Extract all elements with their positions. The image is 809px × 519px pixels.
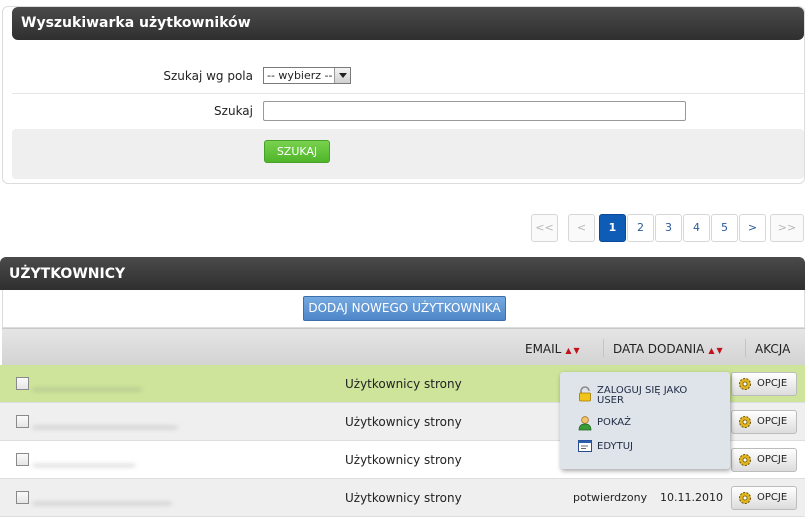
redacted-email: ________________________ bbox=[33, 414, 177, 428]
sort-arrows-icon[interactable]: ▲▼ bbox=[565, 346, 581, 355]
add-user-bar: DODAJ NOWEGO UŻYTKOWNIKA bbox=[2, 290, 805, 328]
options-label: OPCJE bbox=[757, 416, 788, 427]
options-button[interactable]: OPCJE bbox=[731, 372, 797, 396]
redacted-email: __________________ bbox=[33, 376, 141, 390]
column-divider bbox=[745, 339, 746, 357]
page-5-button[interactable]: 5 bbox=[711, 214, 738, 242]
menu-item-login-label: ZALOGUJ SIĘ JAKO USER bbox=[597, 385, 688, 406]
table-row: _______________________ Użytkownicy stro… bbox=[0, 479, 805, 517]
row-checkbox[interactable] bbox=[16, 453, 29, 466]
dropdown-arrow-icon[interactable] bbox=[334, 68, 350, 83]
sort-arrows-icon[interactable]: ▲▼ bbox=[708, 346, 724, 355]
page-2-button[interactable]: 2 bbox=[627, 214, 654, 242]
gear-icon bbox=[739, 454, 751, 466]
options-label: OPCJE bbox=[757, 378, 788, 389]
column-divider bbox=[603, 339, 604, 357]
column-email-label: EMAIL bbox=[525, 342, 562, 356]
user-date-added: 10.11.2010 bbox=[660, 491, 723, 504]
users-table-header: EMAIL ▲▼ DATA DODANIA ▲▼ AKCJA bbox=[2, 328, 805, 365]
search-field-select[interactable]: -- wybierz -- bbox=[263, 67, 351, 84]
padlock-icon bbox=[579, 386, 591, 402]
search-query-row: Szukaj bbox=[12, 95, 804, 129]
user-role: Użytkownicy strony bbox=[345, 377, 462, 391]
page-first-button[interactable]: << bbox=[531, 214, 558, 242]
user-role: Użytkownicy strony bbox=[345, 491, 462, 505]
page-1-button[interactable]: 1 bbox=[599, 214, 626, 242]
options-button[interactable]: OPCJE bbox=[731, 486, 797, 510]
page-4-button[interactable]: 4 bbox=[683, 214, 710, 242]
redacted-email: _________________ bbox=[33, 452, 135, 466]
page-next-button[interactable]: > bbox=[739, 214, 766, 242]
options-label: OPCJE bbox=[757, 492, 788, 503]
gear-icon bbox=[739, 416, 751, 428]
search-field-select-value: -- wybierz -- bbox=[267, 69, 333, 82]
options-button[interactable]: OPCJE bbox=[731, 448, 797, 472]
user-role: Użytkownicy strony bbox=[345, 415, 462, 429]
add-user-button[interactable]: DODAJ NOWEGO UŻYTKOWNIKA bbox=[303, 296, 506, 321]
users-panel-title: UŻYTKOWNICY bbox=[0, 257, 805, 290]
row-checkbox[interactable] bbox=[16, 377, 29, 390]
row-checkbox[interactable] bbox=[16, 491, 29, 504]
user-role: Użytkownicy strony bbox=[345, 453, 462, 467]
page-3-button[interactable]: 3 bbox=[655, 214, 682, 242]
page-prev-button[interactable]: < bbox=[568, 214, 595, 242]
redacted-email: _______________________ bbox=[33, 490, 171, 504]
edit-window-icon bbox=[578, 440, 592, 452]
user-status: potwierdzony bbox=[573, 491, 648, 504]
options-button[interactable]: OPCJE bbox=[731, 410, 797, 434]
menu-item-show-label: POKAŻ bbox=[597, 417, 631, 428]
column-action: AKCJA bbox=[755, 342, 791, 356]
menu-item-edit-label: EDYTUJ bbox=[597, 441, 633, 452]
search-query-label: Szukaj bbox=[214, 104, 253, 118]
column-date-added[interactable]: DATA DODANIA ▲▼ bbox=[613, 342, 725, 356]
search-button[interactable]: SZUKAJ bbox=[264, 140, 330, 163]
search-query-input[interactable] bbox=[263, 101, 686, 121]
page-last-button[interactable]: >> bbox=[770, 214, 804, 242]
gear-icon bbox=[739, 492, 751, 504]
search-panel-title: Wyszukiwarka użytkowników bbox=[12, 7, 804, 40]
user-icon bbox=[578, 416, 592, 431]
options-label: OPCJE bbox=[757, 454, 788, 465]
users-admin-page: Wyszukiwarka użytkowników Szukaj wg pola… bbox=[0, 0, 809, 519]
search-field-row: Szukaj wg pola -- wybierz -- bbox=[12, 60, 804, 94]
gear-icon bbox=[739, 378, 751, 390]
row-checkbox[interactable] bbox=[16, 415, 29, 428]
column-email[interactable]: EMAIL ▲▼ bbox=[525, 342, 582, 356]
search-submit-bar: SZUKAJ bbox=[12, 129, 804, 179]
column-date-added-label: DATA DODANIA bbox=[613, 342, 705, 356]
options-popup-menu: ZALOGUJ SIĘ JAKO USER POKAŻ EDYTUJ bbox=[560, 372, 730, 469]
search-field-label: Szukaj wg pola bbox=[163, 69, 253, 83]
search-panel: Wyszukiwarka użytkowników Szukaj wg pola… bbox=[2, 6, 805, 184]
